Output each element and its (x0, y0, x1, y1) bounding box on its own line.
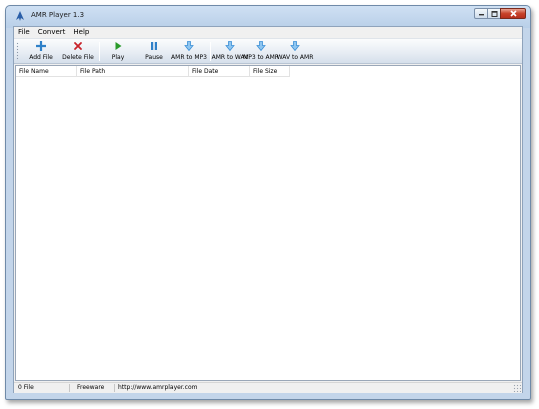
column-header-file-path[interactable]: File Path (77, 66, 189, 77)
play-icon (115, 42, 122, 50)
window-title: AMR Player 1.3 (31, 11, 85, 19)
menu-convert[interactable]: Convert (34, 27, 70, 38)
minimize-button[interactable] (474, 8, 488, 19)
add-file-button[interactable]: Add File (26, 40, 56, 63)
maximize-button[interactable] (487, 8, 501, 19)
minimize-icon (478, 14, 484, 16)
status-file-count: 0 File (18, 384, 34, 391)
status-website[interactable]: http://www.amrplayer.com (115, 383, 197, 393)
play-button[interactable]: Play (104, 40, 132, 63)
x-icon (74, 42, 82, 50)
play-label: Play (111, 54, 125, 61)
convert-arrow-icon (256, 41, 266, 51)
close-icon (509, 10, 517, 17)
amr-player-logo-icon (16, 11, 24, 21)
pause-icon (151, 42, 157, 50)
toolbar-grip[interactable] (16, 42, 19, 61)
add-file-label: Add File (29, 54, 53, 61)
column-header-file-name[interactable]: File Name (16, 66, 77, 77)
mp3-to-amr-label: MP3 to AMR (243, 54, 279, 61)
menu-bar: File Convert Help (14, 27, 522, 38)
delete-file-label: Delete File (62, 54, 94, 61)
list-header: File Name File Path File Date File Size (16, 66, 290, 77)
mp3-to-amr-button[interactable]: MP3 to AMR (243, 40, 279, 63)
main-window: AMR Player 1.3 File Convert Help Add Fil… (5, 5, 531, 400)
convert-arrow-icon (184, 41, 194, 51)
status-divider (69, 384, 70, 392)
wav-to-amr-label: WAV to AMR (276, 54, 314, 61)
pause-label: Pause (145, 54, 163, 61)
wav-to-amr-button[interactable]: WAV to AMR (277, 40, 313, 63)
file-list[interactable]: File Name File Path File Date File Size (15, 65, 521, 381)
status-bar: 0 File Freeware http://www.amrplayer.com (14, 382, 522, 393)
convert-arrow-icon (225, 41, 235, 51)
menu-file[interactable]: File (14, 27, 34, 38)
pause-button[interactable]: Pause (138, 40, 170, 63)
client-area: File Convert Help Add File Delete File P… (13, 26, 523, 393)
plus-icon (36, 41, 46, 51)
menu-help[interactable]: Help (69, 27, 93, 38)
status-license: Freeware (77, 384, 105, 391)
window-controls (474, 8, 526, 19)
amr-to-mp3-button[interactable]: AMR to MP3 (171, 40, 207, 63)
convert-arrow-icon (290, 41, 300, 51)
maximize-icon (491, 10, 497, 17)
title-bar[interactable]: AMR Player 1.3 (6, 6, 530, 26)
amr-to-mp3-label: AMR to MP3 (171, 54, 207, 61)
toolbar: Add File Delete File Play Pause AMR to M… (14, 38, 522, 64)
delete-file-button[interactable]: Delete File (60, 40, 96, 63)
close-button[interactable] (500, 8, 526, 19)
column-header-file-date[interactable]: File Date (189, 66, 250, 77)
toolbar-separator (99, 42, 100, 61)
column-header-file-size[interactable]: File Size (250, 66, 290, 77)
resize-grip[interactable] (513, 384, 521, 392)
